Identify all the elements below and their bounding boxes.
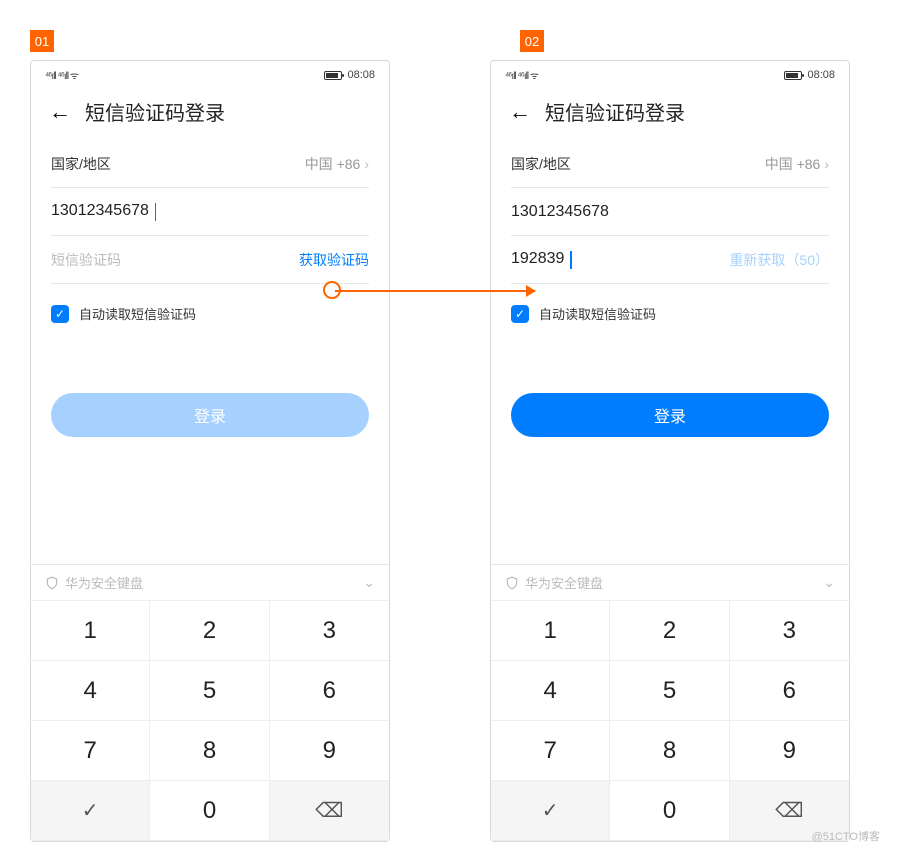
page-title: 短信验证码登录 bbox=[85, 97, 225, 126]
phone-input-row[interactable]: 13012345678 bbox=[511, 188, 829, 236]
key-8[interactable]: 8 bbox=[150, 721, 269, 781]
keyboard-label: 华为安全键盘 bbox=[65, 573, 143, 592]
keyboard-label: 华为安全键盘 bbox=[525, 573, 603, 592]
key-9[interactable]: 9 bbox=[270, 721, 389, 781]
sms-input[interactable]: 短信验证码 bbox=[51, 250, 121, 270]
text-cursor bbox=[155, 203, 157, 221]
screen-1: ⁴⁶ıll ⁴⁶ıll ᯤ 08:08 ← 短信验证码登录 国家/地区 中国 +… bbox=[30, 60, 390, 842]
key-5[interactable]: 5 bbox=[150, 661, 269, 721]
phone-input[interactable]: 13012345678 bbox=[511, 203, 609, 221]
status-time: 08:08 bbox=[807, 69, 835, 81]
nav-bar: ← 短信验证码登录 bbox=[491, 89, 849, 140]
status-bar: ⁴⁶ıll ⁴⁶ıll ᯤ 08:08 bbox=[31, 61, 389, 89]
autofill-checkbox[interactable]: ✓ bbox=[511, 305, 529, 323]
key-8[interactable]: 8 bbox=[610, 721, 729, 781]
key-7[interactable]: 7 bbox=[491, 721, 610, 781]
key-4[interactable]: 4 bbox=[491, 661, 610, 721]
back-icon[interactable]: ← bbox=[509, 99, 531, 125]
page-title: 短信验证码登录 bbox=[545, 97, 685, 126]
status-time: 08:08 bbox=[347, 69, 375, 81]
autofill-label: 自动读取短信验证码 bbox=[79, 304, 196, 323]
autofill-row: ✓ 自动读取短信验证码 bbox=[51, 304, 369, 323]
key-1[interactable]: 1 bbox=[31, 601, 150, 661]
country-row[interactable]: 国家/地区 中国 +86 › bbox=[51, 140, 369, 188]
autofill-label: 自动读取短信验证码 bbox=[539, 304, 656, 323]
text-cursor bbox=[570, 251, 572, 269]
screen-2: ⁴⁶ıll ⁴⁶ıll ᯤ 08:08 ← 短信验证码登录 国家/地区 中国 +… bbox=[490, 60, 850, 842]
key-2[interactable]: 2 bbox=[610, 601, 729, 661]
battery-icon bbox=[324, 71, 342, 80]
status-bar: ⁴⁶ıll ⁴⁶ıll ᯤ 08:08 bbox=[491, 61, 849, 89]
keyboard-header: 华为安全键盘 ⌄ bbox=[491, 564, 849, 600]
sms-input[interactable]: 192839 bbox=[511, 250, 564, 267]
key-backspace[interactable]: ⌫ bbox=[270, 781, 389, 841]
phone-input-row[interactable]: 13012345678 bbox=[51, 188, 369, 236]
keypad: 1 2 3 4 5 6 7 8 9 ✓ 0 ⌫ bbox=[31, 600, 389, 841]
autofill-checkbox[interactable]: ✓ bbox=[51, 305, 69, 323]
key-1[interactable]: 1 bbox=[491, 601, 610, 661]
key-2[interactable]: 2 bbox=[150, 601, 269, 661]
key-3[interactable]: 3 bbox=[730, 601, 849, 661]
get-code-button[interactable]: 获取验证码 bbox=[299, 250, 369, 270]
keypad: 1 2 3 4 5 6 7 8 9 ✓ 0 ⌫ bbox=[491, 600, 849, 841]
country-value: 中国 +86 bbox=[305, 154, 361, 174]
chevron-right-icon: › bbox=[364, 156, 369, 172]
sms-row: 192839 重新获取（50） bbox=[511, 236, 829, 284]
key-confirm[interactable]: ✓ bbox=[31, 781, 150, 841]
annotation-arrow bbox=[335, 290, 535, 292]
nav-bar: ← 短信验证码登录 bbox=[31, 89, 389, 140]
key-confirm[interactable]: ✓ bbox=[491, 781, 610, 841]
country-label: 国家/地区 bbox=[51, 154, 111, 174]
key-9[interactable]: 9 bbox=[730, 721, 849, 781]
country-row[interactable]: 国家/地区 中国 +86 › bbox=[511, 140, 829, 188]
keyboard-header: 华为安全键盘 ⌄ bbox=[31, 564, 389, 600]
key-6[interactable]: 6 bbox=[730, 661, 849, 721]
key-0[interactable]: 0 bbox=[610, 781, 729, 841]
badge-02: 02 bbox=[520, 30, 544, 52]
key-3[interactable]: 3 bbox=[270, 601, 389, 661]
shield-icon bbox=[505, 576, 519, 590]
sms-row: 短信验证码 获取验证码 bbox=[51, 236, 369, 284]
signal-icons: ⁴⁶ıll ⁴⁶ıll ᯤ bbox=[45, 68, 78, 82]
chevron-right-icon: › bbox=[824, 156, 829, 172]
back-icon[interactable]: ← bbox=[49, 99, 71, 125]
watermark: @51CTO博客 bbox=[812, 828, 880, 844]
login-button[interactable]: 登录 bbox=[511, 393, 829, 437]
login-button[interactable]: 登录 bbox=[51, 393, 369, 437]
key-0[interactable]: 0 bbox=[150, 781, 269, 841]
badge-01: 01 bbox=[30, 30, 54, 52]
shield-icon bbox=[45, 576, 59, 590]
key-4[interactable]: 4 bbox=[31, 661, 150, 721]
key-7[interactable]: 7 bbox=[31, 721, 150, 781]
resend-code-button: 重新获取（50） bbox=[729, 250, 829, 270]
key-5[interactable]: 5 bbox=[610, 661, 729, 721]
collapse-keyboard-icon[interactable]: ⌄ bbox=[363, 574, 375, 591]
phone-input[interactable]: 13012345678 bbox=[51, 202, 149, 219]
country-value: 中国 +86 bbox=[765, 154, 821, 174]
autofill-row: ✓ 自动读取短信验证码 bbox=[511, 304, 829, 323]
country-label: 国家/地区 bbox=[511, 154, 571, 174]
signal-icons: ⁴⁶ıll ⁴⁶ıll ᯤ bbox=[505, 68, 538, 82]
collapse-keyboard-icon[interactable]: ⌄ bbox=[823, 574, 835, 591]
battery-icon bbox=[784, 71, 802, 80]
key-6[interactable]: 6 bbox=[270, 661, 389, 721]
